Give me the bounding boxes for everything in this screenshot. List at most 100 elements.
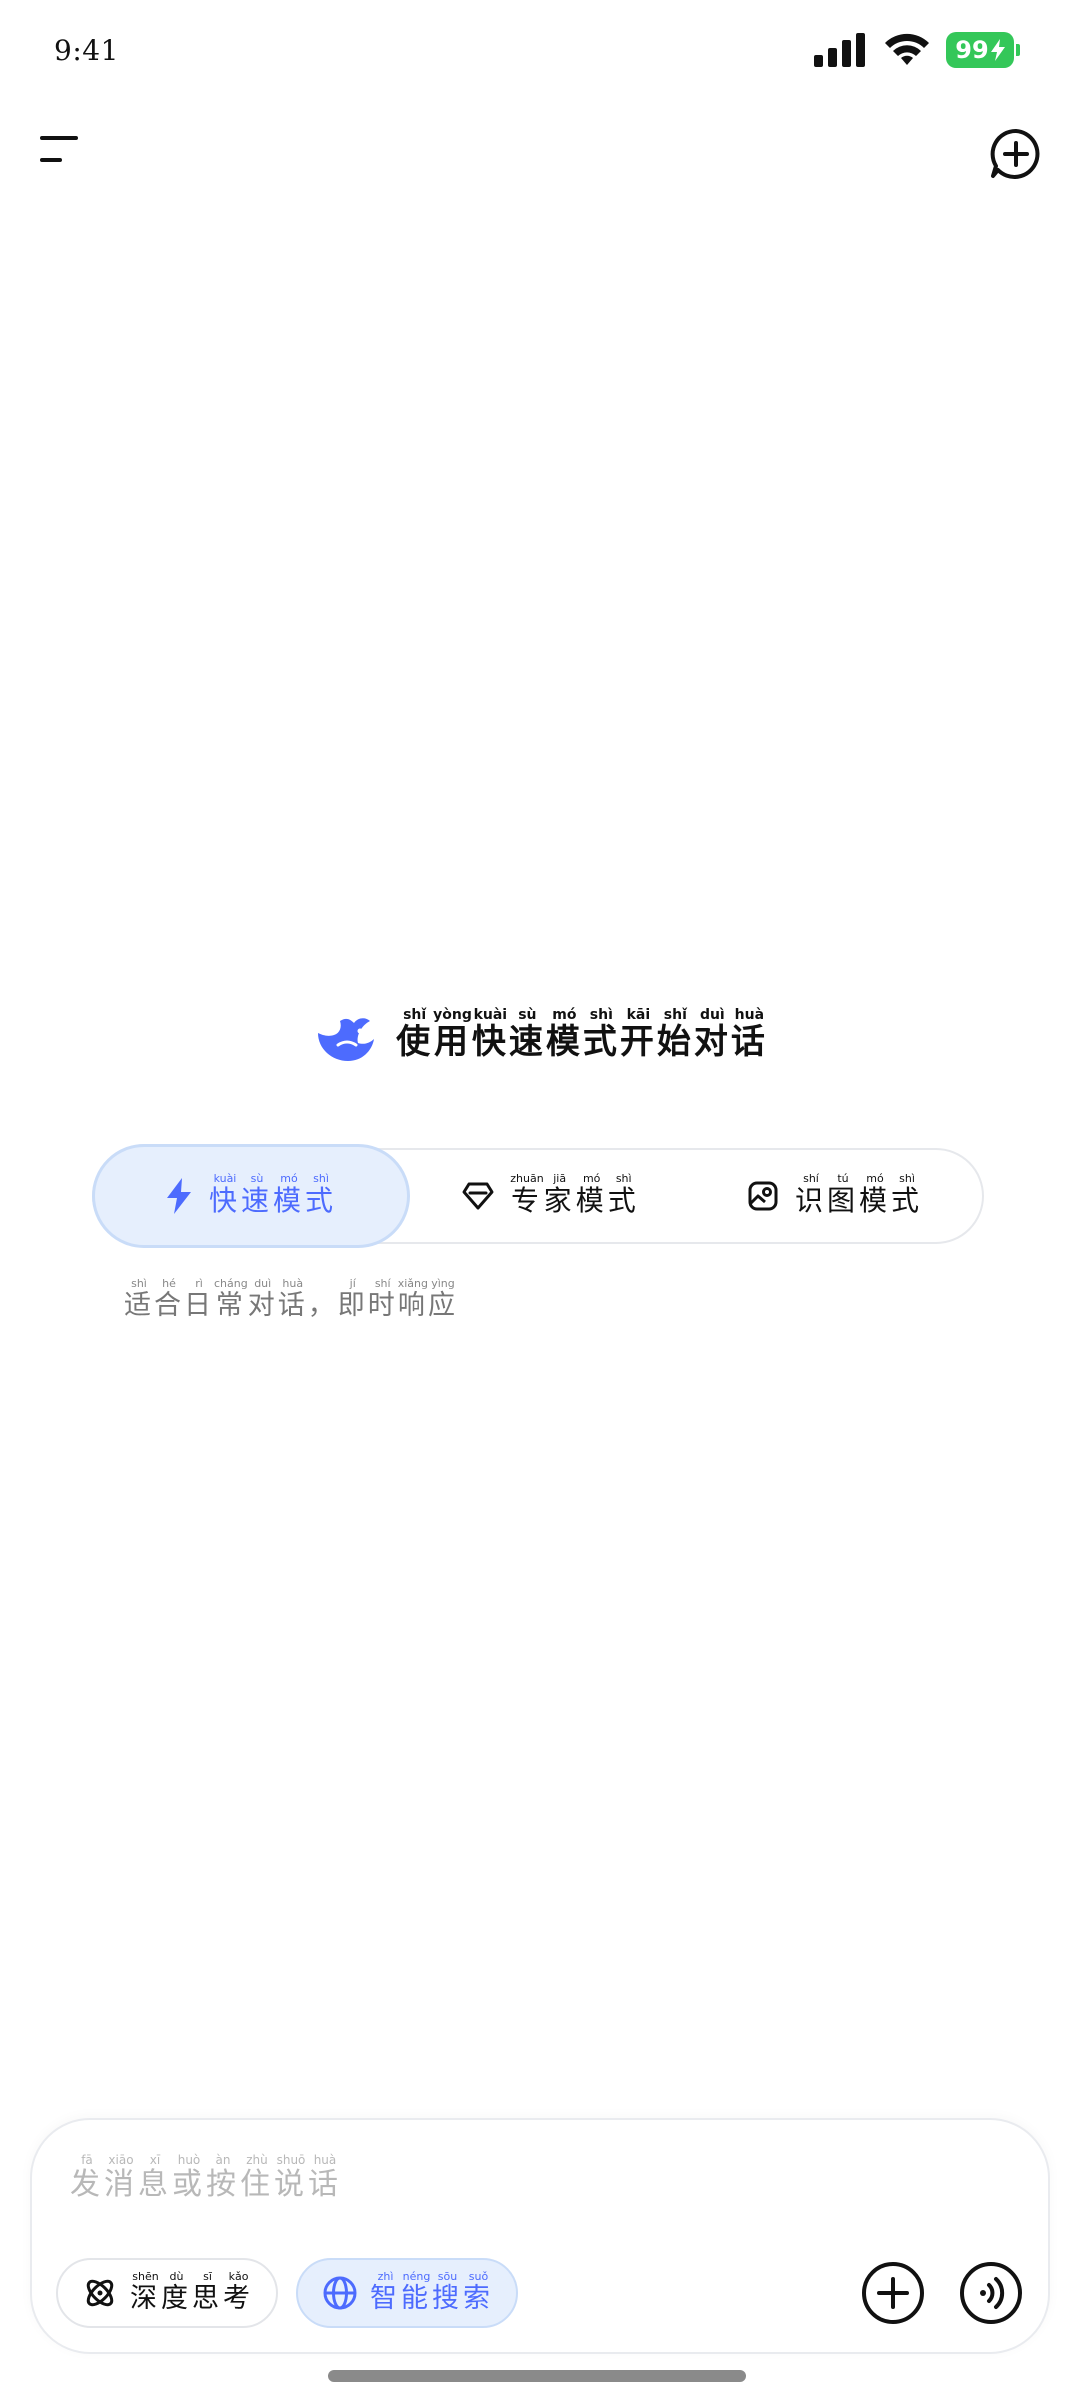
char: 用 xyxy=(433,1022,472,1062)
pinyin: sù xyxy=(240,1172,273,1185)
ruby-char: 开kāi xyxy=(620,1007,657,1062)
smart-search-label: 智zhì能néng搜sōu索suǒ xyxy=(370,2270,494,2315)
pinyin: huò xyxy=(172,2153,206,2167)
menu-button[interactable] xyxy=(36,130,82,170)
char: 速 xyxy=(508,1022,546,1062)
char: 式 xyxy=(607,1184,640,1217)
pinyin: mó xyxy=(545,1007,583,1023)
pinyin: zhuān xyxy=(510,1172,544,1185)
ruby-char: 索suǒ xyxy=(463,2270,494,2314)
char: 家 xyxy=(543,1184,576,1217)
ruby-char: 思sī xyxy=(192,2270,223,2314)
ruby-char: 日rì xyxy=(184,1277,214,1321)
char: 应 xyxy=(427,1290,458,1321)
ruby-char: 模mó xyxy=(546,1007,583,1062)
char: ， xyxy=(307,1290,338,1321)
deep-think-toggle[interactable]: 深shēn度dù思sī考kǎo xyxy=(56,2258,278,2328)
pinyin: shǐ xyxy=(396,1007,434,1023)
ruby-char: 应yìng xyxy=(427,1277,458,1321)
ruby-char: 话huà xyxy=(731,1007,768,1062)
char: 索 xyxy=(463,2283,494,2314)
char: 话 xyxy=(277,1290,308,1321)
pinyin: àn xyxy=(206,2153,240,2167)
ruby-char: 家jiā xyxy=(543,1172,576,1217)
battery-indicator: 99 xyxy=(946,32,1020,68)
ruby-char: 对duì xyxy=(247,1277,278,1321)
hero: 使shǐ用yòng快kuài速sù模mó式shì开kāi始shǐ对duì话huà xyxy=(0,1007,1080,1063)
pinyin: shí xyxy=(367,1277,398,1290)
char: 模 xyxy=(575,1184,608,1217)
ruby-char: 话huà xyxy=(277,1277,308,1321)
pinyin: sōu xyxy=(432,2270,463,2283)
whale-logo-icon xyxy=(318,1018,375,1061)
char: 对 xyxy=(247,1290,278,1321)
ruby-char: 快kuài xyxy=(472,1007,509,1062)
char: 速 xyxy=(240,1184,273,1217)
attach-button[interactable] xyxy=(860,2260,926,2326)
char: 适 xyxy=(124,1290,154,1321)
char: 深 xyxy=(130,2283,161,2314)
ruby-char: 息xī xyxy=(138,2153,172,2202)
char: 按 xyxy=(206,2167,240,2202)
new-chat-button[interactable] xyxy=(988,126,1044,182)
ruby-char: 响xiǎng xyxy=(398,1277,428,1321)
home-indicator[interactable] xyxy=(328,2370,746,2382)
pinyin: kǎo xyxy=(223,2270,254,2283)
char: 模 xyxy=(273,1184,306,1217)
char: 智 xyxy=(370,2283,401,2314)
diamond-icon xyxy=(462,1182,494,1210)
pinyin: sù xyxy=(508,1007,546,1023)
char: 专 xyxy=(510,1184,544,1217)
charging-bolt-icon xyxy=(990,39,1005,61)
plus-circle-icon xyxy=(862,2262,924,2324)
ruby-char: 对duì xyxy=(694,1007,731,1062)
hero-title: 使shǐ用yòng快kuài速sù模mó式shì开kāi始shǐ对duì话huà xyxy=(396,1007,768,1063)
char: 思 xyxy=(192,2283,223,2314)
pinyin: shí xyxy=(794,1172,827,1185)
ruby-char: 合hé xyxy=(154,1277,184,1321)
char: 住 xyxy=(240,2167,274,2202)
char: 能 xyxy=(401,2283,432,2314)
ruby-char: 始shǐ xyxy=(657,1007,694,1062)
ruby-char: 模mó xyxy=(273,1172,306,1217)
ruby-char: 按àn xyxy=(206,2153,240,2202)
pinyin: zhì xyxy=(370,2270,401,2283)
ruby-char: 话huà xyxy=(308,2153,342,2202)
mode-vision-button[interactable]: 识shí图tú模mó式shì xyxy=(690,1144,980,1248)
pinyin: suǒ xyxy=(463,2270,494,2283)
pinyin: hé xyxy=(154,1277,184,1290)
deep-think-label: 深shēn度dù思sī考kǎo xyxy=(130,2270,254,2315)
pinyin: yìng xyxy=(427,1277,458,1290)
pinyin: néng xyxy=(401,2270,432,2283)
char: 消 xyxy=(104,2167,138,2202)
smart-search-toggle[interactable]: 智zhì能néng搜sōu索suǒ xyxy=(296,2258,518,2328)
ruby-char: 说shuō xyxy=(274,2153,308,2202)
mode-fast-button[interactable]: 快kuài速sù模mó式shì xyxy=(92,1144,410,1248)
pinyin: shǐ xyxy=(656,1007,694,1023)
pinyin: shì xyxy=(891,1172,924,1185)
pinyin: duì xyxy=(247,1277,278,1290)
pinyin: huà xyxy=(308,2153,342,2167)
char: 式 xyxy=(305,1184,338,1217)
pinyin: huà xyxy=(277,1277,308,1290)
ruby-char: 识shí xyxy=(795,1172,827,1217)
char: 即 xyxy=(337,1290,368,1321)
ruby-char: 专zhuān xyxy=(510,1172,544,1217)
ruby-char: 式shì xyxy=(891,1172,923,1217)
menu-icon xyxy=(40,136,78,162)
pinyin: xiǎng xyxy=(397,1277,428,1290)
pinyin: shēn xyxy=(130,2270,161,2283)
mode-expert-button[interactable]: 专zhuān家jiā模mó式shì xyxy=(412,1144,690,1248)
pinyin: yòng xyxy=(433,1007,472,1023)
ruby-char: 消xiāo xyxy=(104,2153,138,2202)
pinyin: mó xyxy=(859,1172,892,1185)
status-time: 9:41 xyxy=(54,34,119,67)
char: 度 xyxy=(161,2283,192,2314)
pinyin: tú xyxy=(826,1172,859,1185)
message-input[interactable]: 发fā消xiāo息xī或huò按àn住zhù说shuō话huà xyxy=(70,2153,1008,2203)
voice-button[interactable] xyxy=(958,2260,1024,2326)
ruby-char: 模mó xyxy=(859,1172,891,1217)
ruby-char: ， xyxy=(308,1290,338,1321)
image-recognition-icon xyxy=(748,1181,778,1211)
char: 或 xyxy=(172,2167,206,2202)
